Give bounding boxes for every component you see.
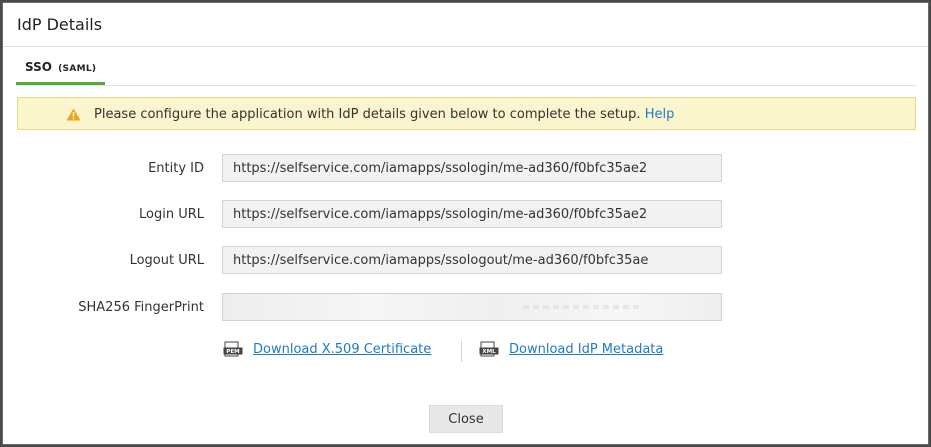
xml-icon-text: XML <box>482 349 496 355</box>
entity-id-label: Entity ID <box>148 161 204 176</box>
tab-sso-saml[interactable]: SSO (SAML) <box>16 48 106 85</box>
download-certificate-link[interactable]: Download X.509 Certificate <box>253 342 431 357</box>
download-certificate[interactable]: PEM Download X.509 Certificate <box>223 341 431 357</box>
fingerprint-label: SHA256 FingerPrint <box>78 300 204 315</box>
logout-url-row: Logout URL https://selfservice.com/iamap… <box>3 246 930 274</box>
fingerprint-row: SHA256 FingerPrint <box>3 293 930 321</box>
warning-icon <box>66 108 81 121</box>
login-url-row: Login URL https://selfservice.com/iamapp… <box>3 200 930 228</box>
dialog-title: IdP Details <box>17 15 103 34</box>
login-url-label: Login URL <box>139 207 204 222</box>
tab-label: SSO <box>25 60 52 74</box>
logout-url-field[interactable]: https://selfservice.com/iamapps/ssologou… <box>222 246 722 274</box>
logout-url-label: Logout URL <box>129 253 204 268</box>
idp-details-dialog: IdP Details SSO (SAML) Please configure … <box>2 2 929 445</box>
setup-alert: Please configure the application with Id… <box>17 97 916 130</box>
download-links: PEM Download X.509 Certificate XML Downl… <box>3 340 930 363</box>
entity-id-row: Entity ID https://selfservice.com/iamapp… <box>3 154 930 182</box>
download-metadata-link[interactable]: Download IdP Metadata <box>509 342 663 357</box>
login-url-field[interactable]: https://selfservice.com/iamapps/ssologin… <box>222 200 722 228</box>
dialog-header: IdP Details <box>3 3 928 47</box>
tab-bar: SSO (SAML) <box>16 48 916 86</box>
redacted-value <box>523 305 643 309</box>
xml-file-icon: XML <box>479 341 499 357</box>
fingerprint-field[interactable] <box>222 293 722 321</box>
alert-message: Please configure the application with Id… <box>94 107 641 122</box>
close-button[interactable]: Close <box>429 405 503 433</box>
pem-icon-text: PEM <box>226 349 240 355</box>
download-divider <box>461 340 462 362</box>
download-metadata[interactable]: XML Download IdP Metadata <box>479 341 663 357</box>
entity-id-field[interactable]: https://selfservice.com/iamapps/ssologin… <box>222 154 722 182</box>
help-link[interactable]: Help <box>645 107 675 122</box>
tab-sublabel: (SAML) <box>58 64 97 74</box>
pem-file-icon: PEM <box>223 341 243 357</box>
